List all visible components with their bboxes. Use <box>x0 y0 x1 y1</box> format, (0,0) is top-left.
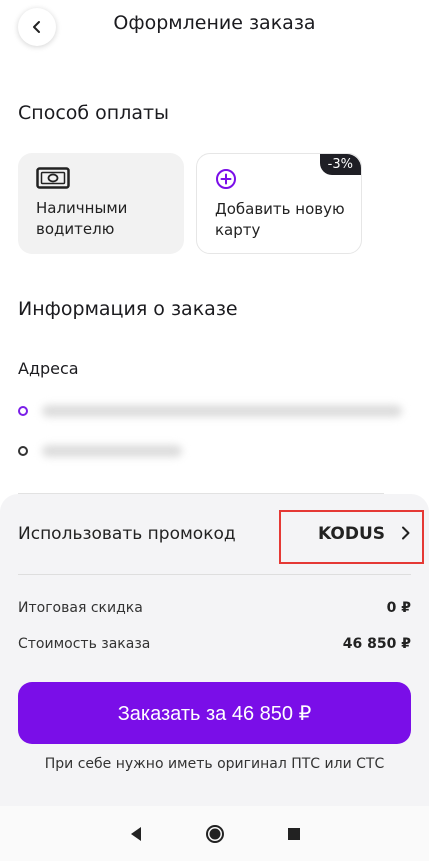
route-end-icon <box>18 446 28 456</box>
page-title: Оформление заказа <box>113 12 316 34</box>
address-to[interactable] <box>18 443 182 459</box>
total-discount-label: Итоговая скидка <box>18 600 143 616</box>
chevron-right-icon <box>402 526 410 540</box>
address-from[interactable] <box>18 403 402 419</box>
nav-home-icon[interactable] <box>205 824 225 844</box>
order-button[interactable]: Заказать за 46 850 ₽ <box>18 682 411 744</box>
checkout-panel: Использовать промокод KODUS Итоговая ски… <box>0 494 429 806</box>
promo-label: Использовать промокод <box>18 524 236 544</box>
cash-label: Наличными водителю <box>36 199 128 238</box>
divider <box>18 574 411 575</box>
system-nav-bar <box>0 806 429 861</box>
payment-section-title: Способ оплаты <box>18 102 170 124</box>
route-start-icon <box>18 406 28 416</box>
nav-back-icon[interactable] <box>129 826 143 842</box>
add-card-label: Добавить новую карту <box>215 200 345 239</box>
order-info-title: Информация о заказе <box>18 298 238 320</box>
total-discount-row: Итоговая скидка 0 ₽ <box>18 600 411 616</box>
order-cost-value: 46 850 ₽ <box>342 636 411 652</box>
address-from-blurred <box>42 405 402 417</box>
total-discount-value: 0 ₽ <box>386 600 411 616</box>
payment-option-add-card[interactable]: -3% Добавить новую карту <box>196 153 362 254</box>
promo-value: KODUS <box>317 524 385 544</box>
promo-code-row[interactable]: Использовать промокод KODUS <box>0 494 429 574</box>
payment-option-cash[interactable]: Наличными водителю <box>18 153 184 254</box>
plus-circle-icon <box>216 169 236 189</box>
order-cost-label: Стоимость заказа <box>18 636 151 652</box>
cash-icon <box>36 167 70 189</box>
nav-recents-icon[interactable] <box>287 827 301 841</box>
order-cost-row: Стоимость заказа 46 850 ₽ <box>18 636 411 652</box>
documents-note: При себе нужно иметь оригинал ПТС или СТ… <box>44 756 385 772</box>
header: Оформление заказа <box>0 0 429 52</box>
addresses-title: Адреса <box>18 359 79 378</box>
discount-badge: -3% <box>319 154 361 175</box>
address-to-blurred <box>42 445 182 457</box>
